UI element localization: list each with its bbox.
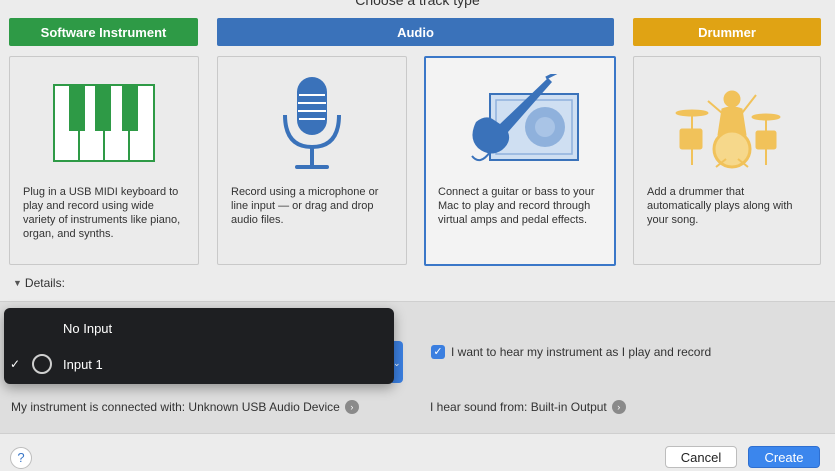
- category-drummer[interactable]: Drummer: [633, 18, 821, 46]
- card-audio-guitar[interactable]: Connect a guitar or bass to your Mac to …: [424, 56, 616, 266]
- page-title: Choose a track type: [355, 0, 480, 8]
- card-description: Plug in a USB MIDI keyboard to play and …: [23, 186, 181, 240]
- menu-item-label: Input 1: [63, 356, 103, 372]
- menu-item-no-input[interactable]: No Input: [4, 314, 394, 342]
- checkmark-icon[interactable]: ✓: [431, 345, 445, 359]
- footer-divider: [0, 433, 835, 434]
- card-software-instrument[interactable]: Plug in a USB MIDI keyboard to play and …: [9, 56, 199, 265]
- drummer-icon: [634, 67, 820, 179]
- details-label: Details:: [24, 276, 65, 290]
- piano-keys-icon: [10, 67, 198, 179]
- help-button[interactable]: ?: [10, 447, 32, 469]
- arrow-right-icon[interactable]: ›: [611, 400, 626, 414]
- monitor-checkbox-row[interactable]: ✓ I want to hear my instrument as I play…: [431, 345, 711, 359]
- cancel-button[interactable]: Cancel: [665, 446, 737, 468]
- microphone-icon: [218, 67, 406, 179]
- monitor-checkbox-label: I want to hear my instrument as I play a…: [451, 345, 712, 359]
- sound-output-row: I hear sound from: Built-in Output ›: [430, 400, 626, 414]
- instrument-connection-row: My instrument is connected with: Unknown…: [11, 400, 359, 414]
- card-audio-microphone[interactable]: Record using a microphone or line input …: [217, 56, 407, 265]
- checkmark-icon: ✓: [10, 357, 21, 371]
- guitar-amp-icon: [426, 68, 614, 180]
- arrow-right-icon[interactable]: ›: [344, 400, 359, 414]
- card-description: Add a drummer that automatically plays a…: [647, 186, 793, 226]
- create-button[interactable]: Create: [748, 446, 820, 468]
- input-menu: No Input ✓ Input 1: [4, 308, 394, 384]
- triangle-down-icon: ▼: [13, 278, 22, 288]
- card-description: Record using a microphone or line input …: [231, 186, 379, 226]
- menu-item-input-1[interactable]: ✓ Input 1: [4, 350, 394, 378]
- sound-output-text: I hear sound from: Built-in Output: [430, 400, 607, 414]
- card-description: Connect a guitar or bass to your Mac to …: [438, 186, 595, 226]
- details-disclosure[interactable]: ▼ Details:: [13, 276, 65, 290]
- menu-item-label: No Input: [63, 320, 113, 336]
- category-audio[interactable]: Audio: [217, 18, 614, 46]
- radio-circle-icon: [32, 354, 52, 374]
- card-drummer[interactable]: Add a drummer that automatically plays a…: [633, 56, 821, 265]
- instrument-connection-text: My instrument is connected with: Unknown…: [11, 400, 340, 414]
- category-software-instrument[interactable]: Software Instrument: [9, 18, 198, 46]
